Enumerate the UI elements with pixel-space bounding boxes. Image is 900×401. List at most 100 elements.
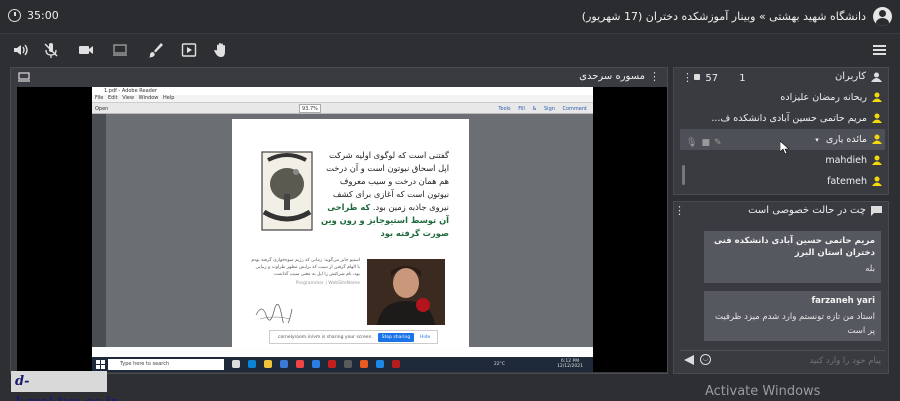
raise-hand-icon[interactable] [212,41,230,59]
app-icon [312,360,320,368]
send-icon[interactable] [684,355,694,365]
users-options-icon[interactable] [682,72,685,84]
acrobat2-icon [392,360,400,368]
taskview-icon [232,360,240,368]
screen-share-panel: مسوره سرحدی 1.pdf - Adobe Reader File Ed… [10,67,668,401]
play-box-icon[interactable] [180,41,198,59]
chat-message: farzaneh yari استاد من تازه تونستم وارد … [704,291,881,341]
apple-logo-image [256,146,318,236]
reader-filename: 1.pdf - Adobe Reader [104,88,157,94]
screen-share-header: مسوره سرحدی [11,68,667,86]
users-panel: کاربران 57 1 ریحانه رمضان علیزاده مریم ح… [673,67,889,195]
user-name: mahdieh [825,155,867,166]
tray-date: 12/12/2021 [557,364,583,369]
session-title: دانشگاه شهید بهشتی » وبینار آموزشکده دخت… [581,10,866,23]
clock-icon [8,9,21,22]
speaker-icon[interactable] [12,41,30,59]
reader-open-button: Open [95,106,109,112]
users-title: کاربران [834,71,866,82]
user-icon [872,134,882,144]
chat-options-icon[interactable] [682,205,685,217]
pdf-caption: استیو جابز می‌گوید: زمانی که رژیم میوه‌خ… [250,257,360,287]
users-scrollbar[interactable] [682,165,685,185]
chat-icon [871,206,882,216]
windows-start-icon [96,360,105,369]
user-name: ریحانه رمضان علیزاده [780,92,867,103]
mouse-cursor-icon [780,141,789,154]
steve-jobs-photo [367,259,445,325]
user-icon [872,92,882,102]
chat-header: چت در حالت خصوصی است [674,202,888,220]
reader-title-bar: 1.pdf - Adobe Reader [92,87,593,95]
share-bar-text: cornelyroom.in/vm is sharing your screen… [278,335,373,340]
monitor-icon [18,72,30,82]
pdf-page: گفتنی است که لوگوی اولیه شرکت اپل اسحاق … [232,119,469,347]
hide-share-bar-button[interactable]: Hide [420,335,430,340]
signature-icon [255,303,293,323]
message-sender: farzaneh yari [811,296,875,306]
windows-taskbar: Type here to search 22°C 6:12 PM 12/12/2… [92,357,593,372]
hand-count-icon [694,74,701,80]
toolbar [0,34,900,66]
pdf-caption-text: استیو جابز می‌گوید: زمانی که رژیم میوه‌خ… [251,258,360,277]
user-name: مریم حاتمی حسین آبادی دانشکده ف... [711,113,867,124]
users-count: 57 [705,73,719,84]
presenter-name: مسوره سرحدی [579,71,645,82]
user-camera-icon[interactable]: ■ [701,138,714,148]
chat-title: چت در حالت خصوصی است [748,205,866,216]
app4-icon [376,360,384,368]
user-mic-icon[interactable]: 🎙 [686,138,701,148]
user-avatar-icon[interactable] [873,7,892,26]
edge-icon [248,360,256,368]
taskbar-search: Type here to search [108,359,224,370]
app3-icon [360,360,368,368]
stop-sharing-button[interactable]: Stop sharing [378,333,414,342]
pdf-main-paragraph: گفتنی است که لوگوی اولیه شرکت اپل اسحاق … [319,149,449,240]
mic-muted-icon[interactable] [42,41,60,59]
panel-options-icon[interactable] [657,71,660,83]
folder-icon [264,360,272,368]
reader-zoom: 93.7% [299,104,321,113]
reader-menu-bar: File Edit View Window Help [92,95,593,102]
acrobat-icon [328,360,336,368]
shared-screen-stage: 1.pdf - Adobe Reader File Edit View Wind… [17,87,667,372]
chat-input[interactable] [715,353,881,369]
users-icon [871,72,882,82]
site-watermark: d-karaj.tvu.ac.ir [11,371,117,401]
reader-toolbar: Open 93.7% Tools Fill & Sign Comment [92,102,593,114]
raised-count: 1 [739,73,746,84]
users-list: ریحانه رمضان علیزاده مریم حاتمی حسین آبا… [680,87,885,192]
user-icon [872,113,882,123]
screen-share-bar: cornelyroom.in/vm is sharing your screen… [269,330,438,344]
menu-icon[interactable] [873,45,886,55]
users-counts: 57 1 [682,71,746,84]
pdf-source: Programmer | WebSiteName [295,281,360,286]
chat-message: مریم حاتمی حسین آبادی دانشکده فنی دختران… [704,231,881,283]
chat-panel: چت در حالت خصوصی است مریم حاتمی حسین آبا… [673,201,889,374]
message-sender: مریم حاتمی حسین آبادی دانشکده فنی دختران… [714,236,875,258]
message-text: بله [865,264,875,274]
user-name: fatemeh [827,176,867,187]
app2-icon [344,360,352,368]
user-item[interactable]: fatemeh [680,171,885,192]
user-icon [872,176,882,186]
reader-tabs: Tools Fill & Sign Comment [498,106,587,112]
user-item[interactable]: ریحانه رمضان علیزاده [680,87,885,108]
user-item[interactable]: مریم حاتمی حسین آبادی دانشکده ف... [680,108,885,129]
system-tray: 22°C 6:12 PM 12/12/2021 [494,359,583,369]
session-timer: 35:00 [8,9,59,22]
timer-value: 35:00 [27,9,59,22]
chrome-icon [296,360,304,368]
tray-weather: 22°C [493,362,505,367]
user-brush-icon[interactable]: ✎ [714,138,726,148]
user-icon [872,155,882,165]
users-header: کاربران 57 1 [674,68,888,86]
camera-icon[interactable] [77,41,95,59]
screen-share-icon[interactable] [111,41,129,59]
message-text: استاد من تازه تونستم وارد شدم میزد ظرفیت… [714,312,875,336]
chat-input-bar: ◡ [680,350,885,370]
brush-icon[interactable] [146,41,164,59]
chevron-down-icon[interactable]: ▾ [815,136,819,144]
store-icon [280,360,288,368]
emoji-icon[interactable]: ◡ [700,354,711,365]
